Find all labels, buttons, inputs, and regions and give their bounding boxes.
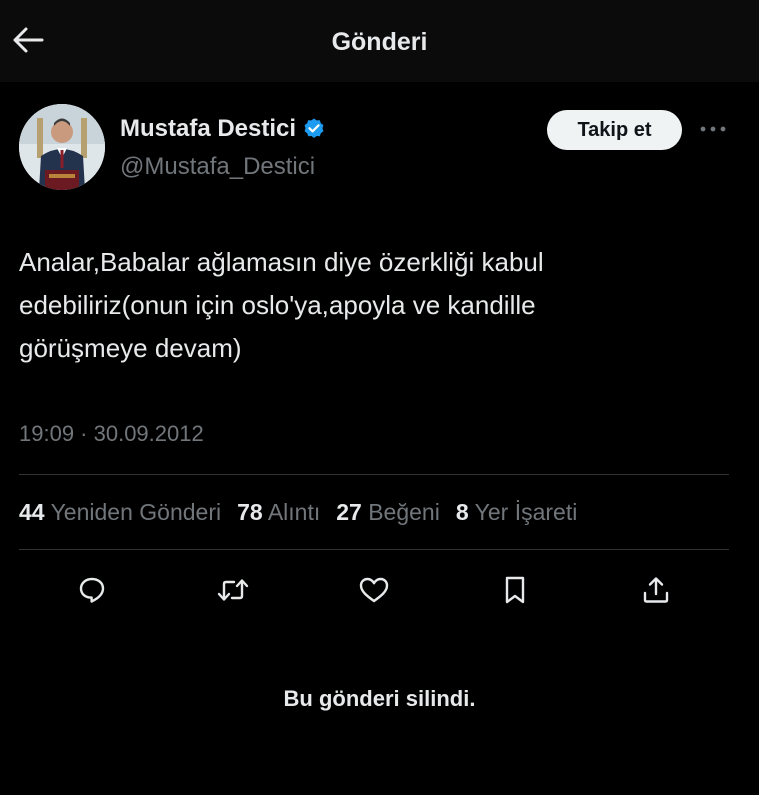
- tweet-timestamp[interactable]: 19:09 · 30.09.2012: [19, 421, 204, 447]
- tweet-text-line: edebiliriz(onun için oslo'ya,apoyla ve k…: [19, 290, 536, 320]
- tweet-text-line: görüşmeye devam): [19, 333, 242, 363]
- repost-button[interactable]: [213, 572, 253, 612]
- author-display-name[interactable]: Mustafa Destici: [120, 115, 296, 143]
- avatar[interactable]: [19, 104, 105, 190]
- action-bar: [0, 572, 759, 616]
- stat-label: Yer İşareti: [474, 499, 578, 525]
- top-bar: Gönderi: [0, 0, 759, 82]
- stat-label: Yeniden Gönderi: [50, 499, 222, 525]
- stat-quotes[interactable]: 78 Alıntı: [237, 499, 320, 526]
- like-button[interactable]: [354, 572, 394, 612]
- author-name-row[interactable]: Mustafa Destici: [120, 115, 326, 143]
- divider: [19, 474, 729, 475]
- stat-count: 44: [19, 499, 45, 525]
- stat-count: 27: [336, 499, 362, 525]
- like-icon: [358, 575, 390, 610]
- deleted-post-notice: Bu gönderi silindi.: [283, 686, 476, 711]
- stat-likes[interactable]: 27 Beğeni: [336, 499, 440, 526]
- share-button[interactable]: [636, 572, 676, 612]
- bookmark-icon: [502, 575, 528, 610]
- stat-reposts[interactable]: 44 Yeniden Gönderi: [19, 499, 221, 526]
- engagement-stats: 44 Yeniden Gönderi 78 Alıntı 27 Beğeni 8…: [19, 499, 577, 526]
- verified-badge-icon: [302, 117, 326, 141]
- tweet-text: Analar,Babalar ağlamasın diye özerkliği …: [19, 241, 719, 370]
- reply-button[interactable]: [72, 572, 112, 612]
- repost-icon: [216, 575, 250, 610]
- stat-bookmarks[interactable]: 8 Yer İşareti: [456, 499, 577, 526]
- more-horizontal-icon: [699, 120, 727, 138]
- author-handle[interactable]: @Mustafa_Destici: [120, 153, 315, 181]
- divider: [19, 549, 729, 550]
- more-options-button[interactable]: [697, 117, 729, 141]
- share-icon: [641, 575, 671, 610]
- bookmark-button[interactable]: [495, 572, 535, 612]
- stat-count: 78: [237, 499, 263, 525]
- follow-button[interactable]: Takip et: [547, 110, 682, 150]
- page-title: Gönderi: [331, 28, 428, 56]
- reply-icon: [77, 575, 107, 610]
- stat-count: 8: [455, 499, 469, 525]
- stat-label: Beğeni: [368, 499, 440, 525]
- tweet-text-line: Analar,Babalar ağlamasın diye özerkliği …: [19, 247, 544, 277]
- stat-label: Alıntı: [267, 499, 321, 525]
